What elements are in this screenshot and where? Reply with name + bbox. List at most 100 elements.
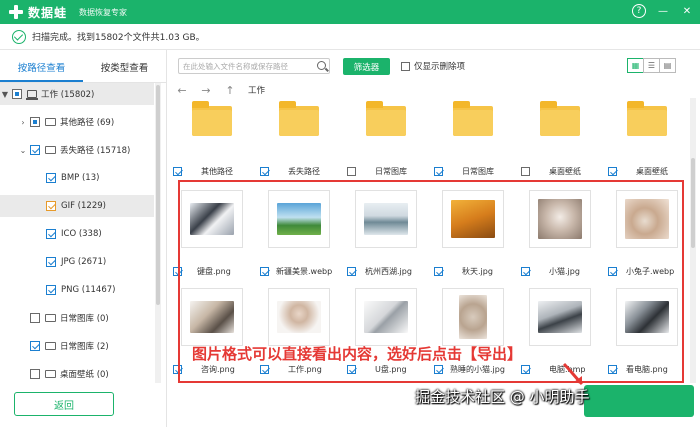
grid-scrollbar[interactable]	[690, 98, 696, 383]
app-name: 数据蛙	[28, 5, 68, 20]
tree-item-label: JPG (2671)	[61, 257, 107, 267]
tree-checkbox[interactable]	[30, 341, 40, 351]
tree-item-label: 丢失路径 (15718)	[60, 146, 131, 156]
collapse-icon[interactable]: ▼	[0, 90, 10, 99]
tree-checkbox[interactable]	[30, 145, 40, 155]
view-mode-group: ▦ ☰ ▤	[627, 58, 676, 73]
item-checkbox[interactable]	[173, 167, 182, 176]
folder-caption: 桌面壁纸	[521, 166, 605, 177]
search-icon[interactable]	[317, 61, 326, 70]
tree-checkbox[interactable]	[46, 257, 56, 267]
close-icon[interactable]: ✕	[680, 4, 694, 18]
folder-icon	[192, 101, 232, 136]
collapse-icon[interactable]: ⌄	[18, 146, 28, 155]
tree-item-label: GIF (1229)	[61, 201, 106, 211]
item-checkbox[interactable]	[434, 167, 443, 176]
minimize-icon[interactable]: —	[656, 4, 670, 18]
tree-checkbox[interactable]	[30, 117, 40, 127]
help-icon[interactable]: ?	[632, 4, 646, 18]
only-deleted-toggle[interactable]: 仅显示删除项	[401, 60, 465, 72]
tree-checkbox[interactable]	[30, 313, 40, 323]
only-deleted-checkbox[interactable]	[401, 61, 410, 71]
folder-icon	[45, 146, 56, 154]
tree-checkbox[interactable]	[46, 201, 56, 211]
folder-thumb	[616, 98, 678, 138]
watermark: 掘金技术社区 @ 小明助手	[415, 388, 590, 406]
folder-icon	[366, 101, 406, 136]
tree-item-label: 工作 (15802)	[41, 90, 95, 100]
tree-checkbox[interactable]	[46, 229, 56, 239]
tree-item-daily-gallery-2[interactable]: 日常图库 (2)	[0, 335, 154, 357]
folder-thumb	[442, 98, 504, 138]
folder-caption: 日常图库	[434, 166, 518, 177]
scrollbar-thumb[interactable]	[156, 85, 160, 305]
tab-by-type[interactable]: 按类型查看	[83, 58, 166, 82]
up-arrow-icon[interactable]: ↑	[218, 84, 242, 97]
folder-thumb	[355, 98, 417, 138]
export-button[interactable]	[584, 385, 694, 417]
tree-item-work[interactable]: ▼ 工作 (15802)	[0, 83, 154, 105]
folder-caption: 日常图库	[347, 166, 431, 177]
current-path: 工作	[248, 86, 266, 96]
folder-caption: 其他路径	[173, 166, 257, 177]
folder-label: 桌面壁纸	[636, 167, 668, 176]
tree-item-label: 日常图库 (0)	[60, 314, 109, 324]
tree-item-bmp[interactable]: BMP (13)	[0, 167, 154, 189]
folder-icon	[45, 342, 56, 350]
tree-item-label: BMP (13)	[61, 173, 100, 183]
folder-icon	[540, 101, 580, 136]
folder-icon	[279, 101, 319, 136]
tree-item-other-path[interactable]: › 其他路径 (69)	[0, 111, 154, 133]
folder-label: 日常图库	[375, 167, 407, 176]
tree-item-ico[interactable]: ICO (338)	[0, 223, 154, 245]
list-view-icon[interactable]: ☰	[643, 58, 660, 73]
tree-item-label: PNG (11467)	[61, 285, 116, 295]
folder-label: 其他路径	[201, 167, 233, 176]
folder-thumb	[268, 98, 330, 138]
folder-label: 日常图库	[462, 167, 494, 176]
folder-label: 丢失路径	[288, 167, 320, 176]
filter-button[interactable]: 筛选器	[343, 58, 390, 75]
app-subtitle: 数据恢复专家	[79, 7, 128, 17]
tree-checkbox[interactable]	[46, 285, 56, 295]
folder-caption: 桌面壁纸	[608, 166, 689, 177]
folder-icon	[453, 101, 493, 136]
item-checkbox[interactable]	[347, 167, 356, 176]
check-circle-icon	[12, 29, 26, 44]
drive-icon	[26, 90, 38, 100]
expand-icon[interactable]: ›	[18, 118, 28, 127]
folder-icon	[45, 370, 56, 378]
item-checkbox[interactable]	[608, 167, 617, 176]
tree-item-gif[interactable]: GIF (1229)	[0, 195, 154, 217]
view-tabs: 按路径查看 按类型查看	[0, 58, 166, 82]
tree-item-png[interactable]: PNG (11467)	[0, 279, 154, 301]
scan-status-bar: 扫描完成。找到15802个文件共1.03 GB。	[0, 24, 700, 50]
folder-tree: ▼ 工作 (15802) › 其他路径 (69) ⌄ 丢失路径 (15718) …	[0, 83, 154, 383]
forward-arrow-icon[interactable]: →	[194, 84, 218, 97]
folder-caption: 丢失路径	[260, 166, 344, 177]
tree-scrollbar[interactable]	[155, 83, 161, 383]
item-checkbox[interactable]	[521, 167, 530, 176]
window-controls: ? — ✕	[632, 4, 694, 18]
tree-checkbox[interactable]	[46, 173, 56, 183]
grid-view-icon[interactable]: ▦	[627, 58, 644, 73]
tree-item-label: 桌面壁纸 (0)	[60, 370, 109, 380]
item-checkbox[interactable]	[260, 167, 269, 176]
tree-item-label: 日常图库 (2)	[60, 342, 109, 352]
tree-item-label: ICO (338)	[61, 229, 102, 239]
tab-by-path[interactable]: 按路径查看	[0, 58, 83, 82]
back-button[interactable]: 返回	[14, 392, 114, 416]
logo-icon	[8, 4, 24, 20]
tree-checkbox[interactable]	[30, 369, 40, 379]
detail-view-icon[interactable]: ▤	[659, 58, 676, 73]
tree-checkbox[interactable]	[12, 89, 22, 99]
tree-item-wallpaper[interactable]: 桌面壁纸 (0)	[0, 363, 154, 385]
tree-item-daily-gallery-0[interactable]: 日常图库 (0)	[0, 307, 154, 329]
only-deleted-label: 仅显示删除项	[414, 62, 466, 72]
search-input[interactable]: 在此处输入文件名称或保存路径	[178, 58, 330, 74]
back-arrow-icon[interactable]: ←	[170, 84, 194, 97]
tree-item-jpg[interactable]: JPG (2671)	[0, 251, 154, 273]
scrollbar-thumb[interactable]	[691, 158, 695, 248]
tree-item-lost-path[interactable]: ⌄ 丢失路径 (15718)	[0, 139, 154, 161]
title-bar: 数据蛙 数据恢复专家 ? — ✕	[0, 0, 700, 24]
